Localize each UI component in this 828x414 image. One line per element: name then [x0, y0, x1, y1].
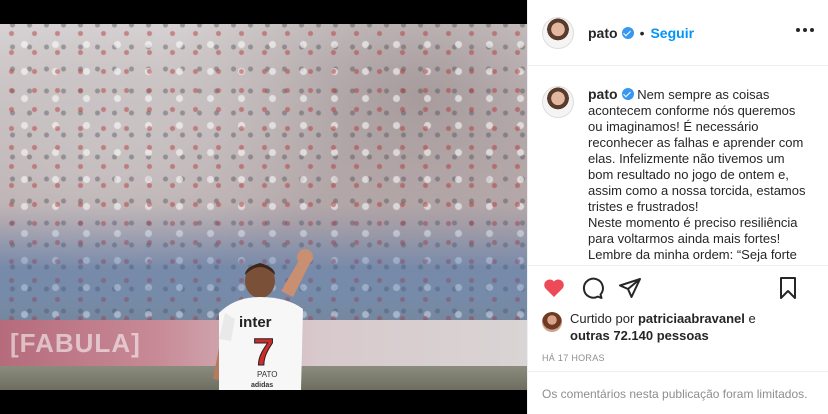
jersey-brand-text: adidas — [251, 382, 273, 389]
comment-icon[interactable] — [580, 276, 604, 300]
heart-filled-icon[interactable] — [542, 276, 566, 300]
caption-verified-badge-icon — [621, 88, 634, 100]
caption-line: bom resultado no jogo de ontem e, — [588, 167, 789, 182]
jersey-sponsor-text: inter — [239, 314, 272, 331]
post-image[interactable]: [FABULA] inter 7 PATO adidas — [0, 24, 527, 390]
liker-username[interactable]: patriciaabravanel — [638, 311, 745, 326]
caption-line: acontecem conforme nós queremos — [588, 103, 796, 118]
liker-avatar[interactable] — [542, 312, 562, 332]
likes-conjunction: e — [748, 311, 756, 326]
post-sidebar: pato • Seguir pato Nem sempre as coisas … — [527, 0, 828, 414]
caption-line: tristes e frustrados! — [588, 199, 699, 214]
verified-badge-icon — [621, 26, 634, 39]
bookmark-icon[interactable] — [776, 276, 800, 300]
more-options-icon[interactable] — [796, 28, 814, 34]
author-avatar[interactable] — [542, 16, 574, 49]
likes-row: Curtido por patriciaabravanel e outras 7… — [528, 310, 828, 346]
jersey-name-text: PATO — [257, 370, 277, 379]
caption-line: elas. Infelizmente não tivemos um — [588, 151, 785, 166]
post-header: pato • Seguir — [528, 0, 828, 66]
share-icon[interactable] — [618, 276, 642, 300]
post-timestamp[interactable]: HÁ 17 HORAS — [528, 346, 828, 372]
caption-area: pato Nem sempre as coisas acontecem conf… — [528, 66, 828, 266]
author-username[interactable]: pato — [588, 25, 618, 41]
ad-board-text: [FABULA] — [10, 328, 141, 358]
caption-text: pato Nem sempre as coisas acontecem conf… — [588, 86, 814, 265]
caption-line: ou imaginamos! É necessário — [588, 119, 759, 134]
caption-author-avatar[interactable] — [542, 86, 574, 118]
caption-line: para voltarmos ainda mais fortes! — [588, 231, 781, 246]
caption-line: reconhecer as falhas e aprender com — [588, 135, 804, 150]
caption-line: Nem sempre as coisas — [637, 87, 770, 102]
header-separator: • — [639, 24, 645, 41]
comments-limited-notice: Os comentários nesta publicação foram li… — [542, 387, 808, 401]
jersey-number-text: 7 — [253, 332, 274, 374]
caption-line: Neste momento é preciso resiliência — [588, 215, 798, 230]
likes-prefix: Curtido por — [570, 311, 635, 326]
caption-username[interactable]: pato — [588, 86, 618, 102]
others-likes-link[interactable]: outras 72.140 pessoas — [570, 328, 709, 343]
follow-button[interactable]: Seguir — [650, 25, 694, 41]
likes-text: Curtido por patriciaabravanel e outras 7… — [570, 310, 756, 344]
caption-line: assim como a nossa torcida, estamos — [588, 183, 806, 198]
caption-line: Lembre da minha ordem: “Seja forte — [588, 247, 797, 262]
player-figure: inter 7 PATO adidas — [213, 249, 313, 390]
action-bar — [528, 266, 828, 310]
